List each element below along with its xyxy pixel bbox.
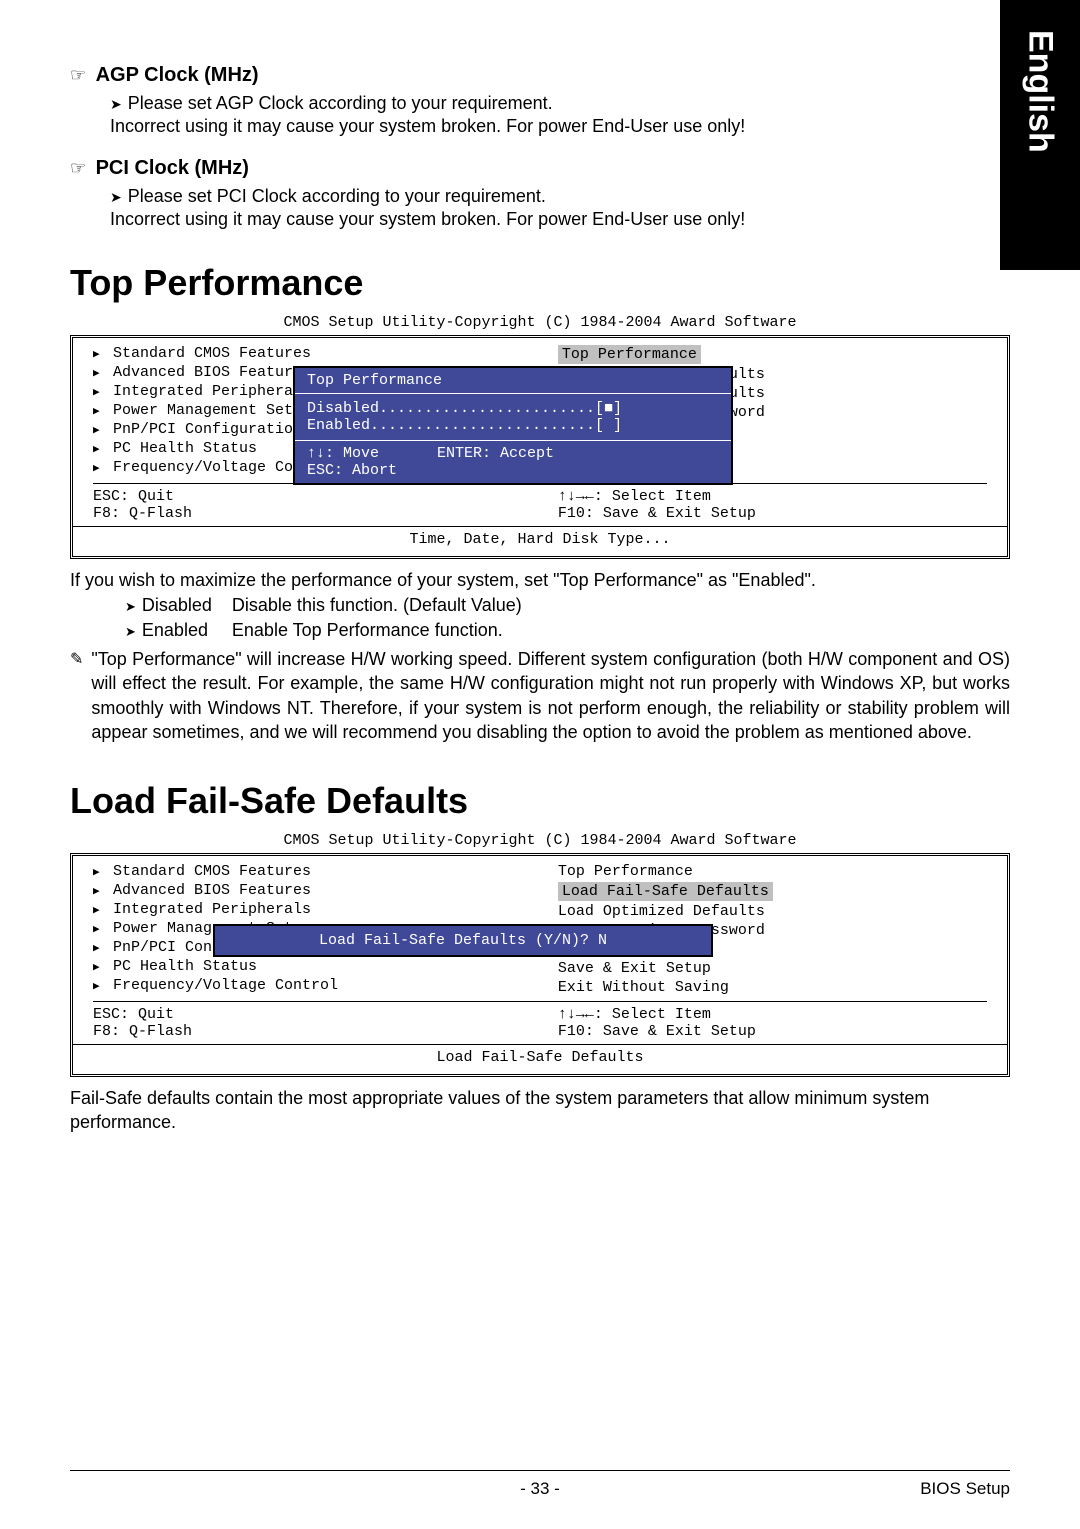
bios-footer-key: F10: Save & Exit Setup	[558, 1023, 987, 1040]
failsafe-paragraph: Fail-Safe defaults contain the most appr…	[70, 1087, 1010, 1134]
popup-option-disabled[interactable]: Disabled........................[■]	[307, 400, 719, 417]
note-icon: ✎	[70, 649, 83, 671]
page-number: - 33 -	[520, 1479, 560, 1499]
popup-hint-abort: ESC: Abort	[307, 462, 397, 479]
bios-status-bar: Time, Date, Hard Disk Type...	[93, 529, 987, 550]
bios-footer-key: F8: Q-Flash	[93, 505, 522, 522]
bios-menu-item[interactable]: ▶Integrated Peripherals	[93, 900, 522, 919]
bios-footer-key: F8: Q-Flash	[93, 1023, 522, 1040]
bios-footer-key: ESC: Quit	[93, 1006, 522, 1023]
bios-box-top-performance: ▶Standard CMOS Features ▶Advanced BIOS F…	[70, 335, 1010, 559]
bios-menu-item-selected[interactable]: Load Fail-Safe Defaults	[558, 881, 987, 902]
section-title-pci: PCI Clock (MHz)	[91, 157, 249, 179]
bios-status-bar: Load Fail-Safe Defaults	[93, 1047, 987, 1068]
bios-menu-item[interactable]: ▶PC Health Status	[93, 957, 522, 976]
bios-footer-key: ↑↓→←: Select Item	[558, 1006, 987, 1023]
section-agp: ☞ AGP Clock (MHz) Please set AGP Clock a…	[70, 64, 1010, 139]
bios-menu-item-selected[interactable]: Top Performance	[558, 344, 987, 365]
pci-note-text: Incorrect using it may cause your system…	[70, 207, 1010, 232]
bios-menu-item[interactable]: ▶Frequency/Voltage Control	[93, 976, 522, 995]
popup-title: Top Performance	[295, 368, 731, 394]
popup-top-performance: Top Performance Disabled................…	[293, 366, 733, 485]
bios-menu-item[interactable]: Load Optimized Defaults	[558, 902, 987, 921]
popup-hint-accept: ENTER: Accept	[437, 445, 554, 479]
bullet-icon	[110, 93, 128, 114]
pci-bullet-text: Please set PCI Clock according to your r…	[128, 186, 546, 207]
pointer-icon: ☞	[70, 158, 86, 179]
bios-menu-item[interactable]: Save & Exit Setup	[558, 959, 987, 978]
bios-footer-key: ESC: Quit	[93, 488, 522, 505]
bios-box-failsafe: ▶Standard CMOS Features ▶Advanced BIOS F…	[70, 853, 1010, 1077]
bullet-icon	[125, 593, 142, 618]
bullet-icon	[125, 618, 142, 643]
agp-note-text: Incorrect using it may cause your system…	[70, 114, 1010, 139]
bios-caption-2: CMOS Setup Utility-Copyright (C) 1984-20…	[70, 832, 1010, 849]
section-pci: ☞ PCI Clock (MHz) Please set PCI Clock a…	[70, 157, 1010, 232]
popup-load-failsafe[interactable]: Load Fail-Safe Defaults (Y/N)? N	[213, 924, 713, 957]
bios-menu-item[interactable]: Exit Without Saving	[558, 978, 987, 997]
bios-menu-item[interactable]: ▶Advanced BIOS Features	[93, 881, 522, 900]
language-tab: English	[1000, 0, 1080, 270]
popup-option-enabled[interactable]: Enabled.........................[ ]	[307, 417, 719, 434]
bios-footer-key: F10: Save & Exit Setup	[558, 505, 987, 522]
top-perf-note: "Top Performance" will increase H/W work…	[91, 647, 1010, 744]
heading-top-performance: Top Performance	[70, 262, 1010, 304]
agp-bullet-text: Please set AGP Clock according to your r…	[128, 93, 553, 114]
heading-load-failsafe: Load Fail-Safe Defaults	[70, 780, 1010, 822]
bios-menu-item[interactable]: Top Performance	[558, 862, 987, 881]
page-footer: - 33 - BIOS Setup	[70, 1470, 1010, 1499]
bios-menu-item[interactable]: ▶Standard CMOS Features	[93, 862, 522, 881]
pointer-icon: ☞	[70, 65, 86, 86]
section-title-agp: AGP Clock (MHz)	[91, 64, 259, 86]
popup-hint-move: ↑↓: Move	[307, 445, 397, 462]
footer-section-name: BIOS Setup	[920, 1479, 1010, 1499]
bios-caption-1: CMOS Setup Utility-Copyright (C) 1984-20…	[70, 314, 1010, 331]
top-perf-paragraph: If you wish to maximize the performance …	[70, 569, 1010, 592]
list-item-disabled: Disabled Disable this function. (Default…	[125, 593, 1010, 618]
bios-footer-key: ↑↓→←: Select Item	[558, 488, 987, 505]
bullet-icon	[110, 186, 128, 207]
bios-menu-item[interactable]: ▶Standard CMOS Features	[93, 344, 522, 363]
list-item-enabled: Enabled Enable Top Performance function.	[125, 618, 1010, 643]
